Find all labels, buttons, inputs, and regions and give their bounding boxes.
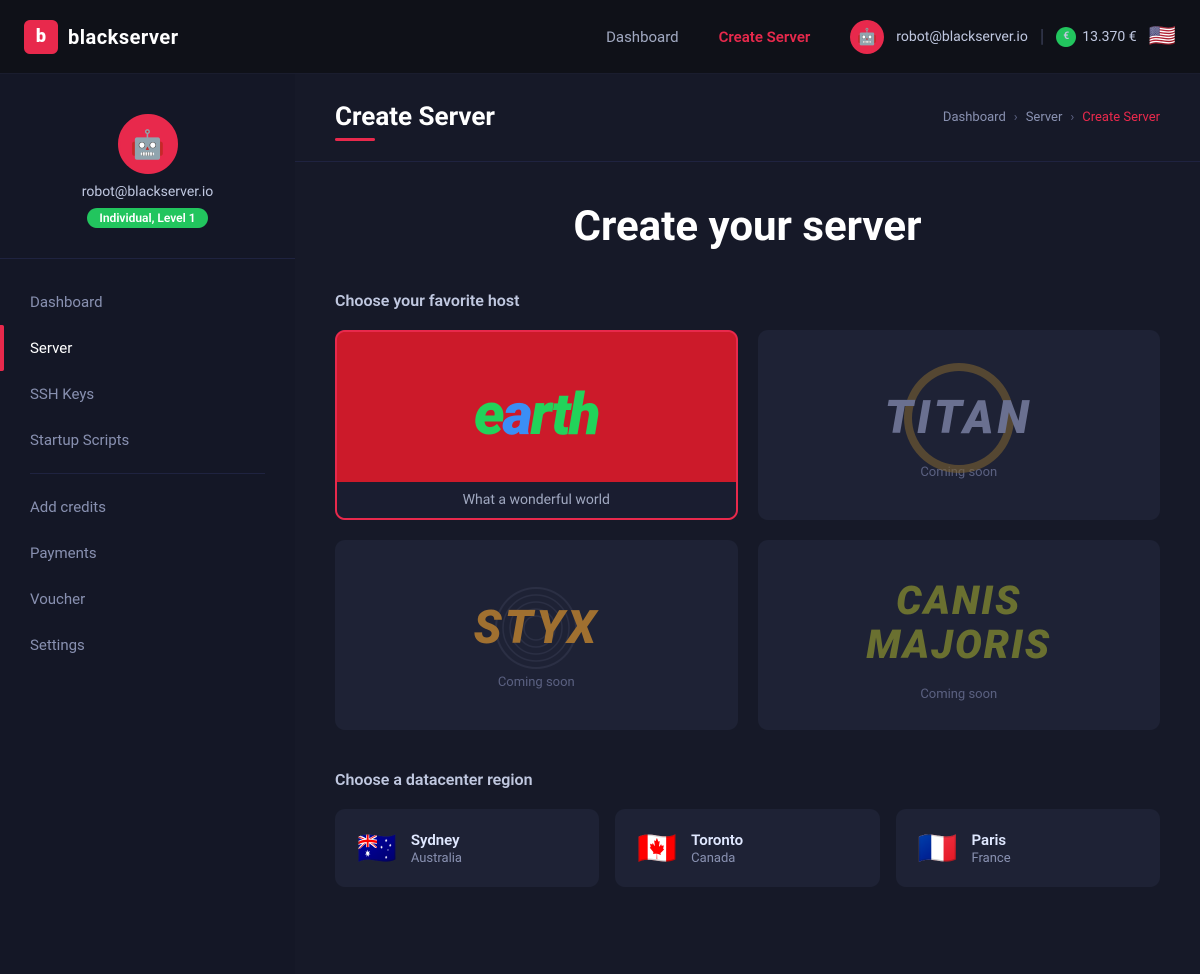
datacenter-country-ca: Canada <box>691 851 743 866</box>
hosts-section-label: Choose your favorite host <box>335 291 1160 310</box>
layout: 🤖 robot@blackserver.io Individual, Level… <box>0 74 1200 974</box>
sidebar-item-label: Dashboard <box>30 293 103 311</box>
host-card-styx-inner: STYX Coming soon <box>337 571 736 700</box>
sidebar-email: robot@blackserver.io <box>82 184 214 200</box>
canis-logo-area: CANISMAJORIS <box>836 559 1081 677</box>
nav-avatar: 🤖 <box>850 20 884 54</box>
titan-logo-text: TITAN <box>885 391 1033 445</box>
nav-user: 🤖 robot@blackserver.io | € 13.370 € 🇺🇸 <box>850 20 1176 54</box>
titan-logo-area: TITAN <box>865 361 1053 455</box>
title-underline <box>335 138 375 141</box>
datacenter-info-paris: Paris France <box>972 831 1011 866</box>
nav-create-server[interactable]: Create Server <box>719 28 811 46</box>
datacenter-flag-au: 🇦🇺 <box>357 829 397 867</box>
sidebar-divider <box>30 473 265 474</box>
datacenter-city-sydney: Sydney <box>411 831 462 849</box>
sidebar-item-settings[interactable]: Settings <box>0 622 295 668</box>
breadcrumb-current: Create Server <box>1082 110 1160 125</box>
styx-logo-text: STYX <box>474 601 599 655</box>
credits-amount: 13.370 € <box>1082 29 1136 45</box>
sidebar-item-label: Settings <box>30 636 85 654</box>
styx-logo-area: STYX <box>454 571 619 665</box>
sidebar-item-server[interactable]: Server <box>0 325 295 371</box>
datacenter-city-paris: Paris <box>972 831 1011 849</box>
breadcrumb-server[interactable]: Server <box>1026 110 1063 125</box>
nav-links: Dashboard Create Server <box>606 28 810 46</box>
sidebar-item-label: Voucher <box>30 590 85 608</box>
earth-logo-area: earth <box>337 332 736 482</box>
topnav: b blackserver Dashboard Create Server 🤖 … <box>0 0 1200 74</box>
sidebar-badge: Individual, Level 1 <box>87 208 207 228</box>
sidebar-item-label: Server <box>30 339 72 357</box>
datacenter-city-toronto: Toronto <box>691 831 743 849</box>
breadcrumb: Dashboard › Server › Create Server <box>943 110 1160 125</box>
canis-coming-soon: Coming soon <box>910 677 1007 712</box>
main-content: Create Server Dashboard › Server › Creat… <box>295 74 1200 974</box>
main-header: Create Server Dashboard › Server › Creat… <box>295 74 1200 162</box>
sidebar-nav: Dashboard Server SSH Keys Startup Script… <box>0 259 295 688</box>
host-card-titan[interactable]: TITAN Coming soon <box>758 330 1161 520</box>
sidebar: 🤖 robot@blackserver.io Individual, Level… <box>0 74 295 974</box>
logo-icon: b <box>24 20 58 54</box>
earth-caption: What a wonderful world <box>337 482 736 518</box>
logo-text: blackserver <box>68 25 179 49</box>
page-title: Create Server <box>335 102 495 132</box>
breadcrumb-sep-1: › <box>1014 110 1018 125</box>
datacenter-card-toronto[interactable]: 🇨🇦 Toronto Canada <box>615 809 879 887</box>
hosts-section: Choose your favorite host earth What a w… <box>335 291 1160 730</box>
nav-user-email: robot@blackserver.io <box>896 29 1028 45</box>
nav-divider: | <box>1040 26 1044 47</box>
host-card-styx[interactable]: STYX Coming soon <box>335 540 738 730</box>
breadcrumb-sep-2: › <box>1070 110 1074 125</box>
page-heading: Create your server <box>335 202 1160 251</box>
sidebar-profile: 🤖 robot@blackserver.io Individual, Level… <box>0 104 295 259</box>
avatar: 🤖 <box>118 114 178 174</box>
datacenter-card-paris[interactable]: 🇫🇷 Paris France <box>896 809 1160 887</box>
host-card-earth[interactable]: earth What a wonderful world <box>335 330 738 520</box>
datacenter-flag-fr: 🇫🇷 <box>918 829 958 867</box>
datacenter-grid: 🇦🇺 Sydney Australia 🇨🇦 Toronto Canada <box>335 809 1160 887</box>
logo[interactable]: b blackserver <box>24 20 179 54</box>
host-card-canis-majoris[interactable]: CANISMAJORIS Coming soon <box>758 540 1161 730</box>
sidebar-item-payments[interactable]: Payments <box>0 530 295 576</box>
host-card-earth-inner: earth What a wonderful world <box>337 332 736 518</box>
datacenter-section-label: Choose a datacenter region <box>335 770 1160 789</box>
canis-logo-text: CANISMAJORIS <box>866 579 1051 667</box>
language-flag[interactable]: 🇺🇸 <box>1149 24 1176 49</box>
credits-icon: € <box>1056 27 1076 47</box>
sidebar-item-label: Add credits <box>30 498 106 516</box>
host-grid: earth What a wonderful world TITAN <box>335 330 1160 730</box>
host-card-titan-inner: TITAN Coming soon <box>760 361 1159 490</box>
earth-logo-text: earth <box>474 381 598 449</box>
sidebar-item-add-credits[interactable]: Add credits <box>0 484 295 530</box>
datacenter-flag-ca: 🇨🇦 <box>637 829 677 867</box>
sidebar-item-label: Startup Scripts <box>30 431 129 449</box>
main-title-area: Create Server <box>335 102 495 141</box>
breadcrumb-dashboard[interactable]: Dashboard <box>943 110 1006 125</box>
datacenter-info-sydney: Sydney Australia <box>411 831 462 866</box>
sidebar-item-ssh-keys[interactable]: SSH Keys <box>0 371 295 417</box>
content-body: Create your server Choose your favorite … <box>295 162 1200 927</box>
sidebar-item-label: Payments <box>30 544 97 562</box>
host-card-canis-inner: CANISMAJORIS Coming soon <box>760 559 1159 712</box>
datacenter-section: Choose a datacenter region 🇦🇺 Sydney Aus… <box>335 770 1160 887</box>
datacenter-country-fr: France <box>972 851 1011 866</box>
nav-dashboard[interactable]: Dashboard <box>606 28 679 46</box>
sidebar-item-dashboard[interactable]: Dashboard <box>0 279 295 325</box>
nav-credits: € 13.370 € <box>1056 27 1136 47</box>
datacenter-info-toronto: Toronto Canada <box>691 831 743 866</box>
sidebar-item-label: SSH Keys <box>30 385 94 403</box>
sidebar-item-startup-scripts[interactable]: Startup Scripts <box>0 417 295 463</box>
datacenter-country-au: Australia <box>411 851 462 866</box>
sidebar-item-voucher[interactable]: Voucher <box>0 576 295 622</box>
datacenter-card-sydney[interactable]: 🇦🇺 Sydney Australia <box>335 809 599 887</box>
